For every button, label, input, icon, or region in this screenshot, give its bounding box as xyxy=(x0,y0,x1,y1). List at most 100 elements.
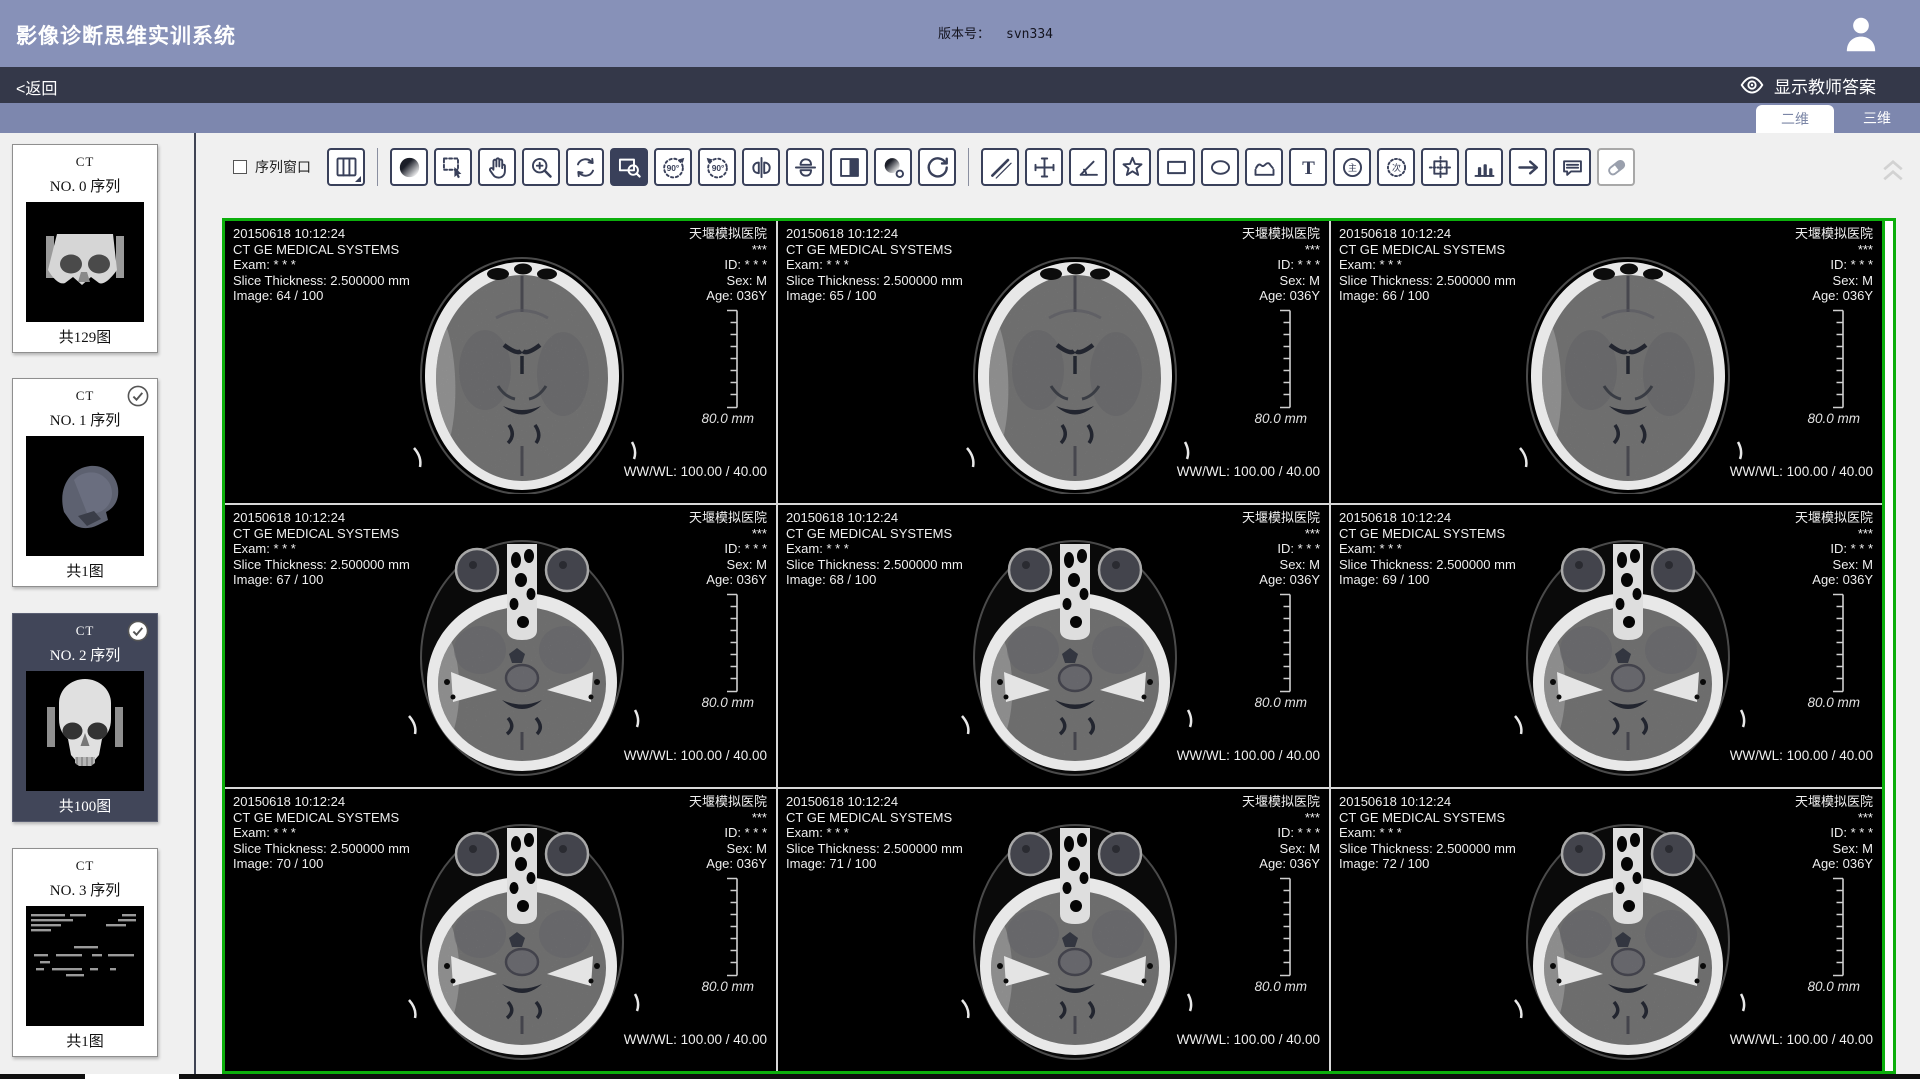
scale-ruler-icon xyxy=(724,877,740,982)
overlay-window-level: WW/WL: 100.00 / 40.00 xyxy=(624,464,767,479)
tool-invert-button[interactable] xyxy=(830,148,868,186)
scale-ruler-icon xyxy=(1277,593,1293,698)
tool-marker-primary-button[interactable]: 主 xyxy=(1333,148,1371,186)
next-card-edge xyxy=(85,1074,179,1079)
overlay-exam: Exam: * * * xyxy=(233,257,410,273)
viewport-cell-5[interactable]: 20150618 10:12:24CT GE MEDICAL SYSTEMSEx… xyxy=(1331,505,1882,787)
user-avatar-icon[interactable] xyxy=(1838,11,1884,57)
viewport-cell-2[interactable]: 20150618 10:12:24CT GE MEDICAL SYSTEMSEx… xyxy=(1331,221,1882,503)
viewport-cell-8[interactable]: 20150618 10:12:24CT GE MEDICAL SYSTEMSEx… xyxy=(1331,789,1882,1071)
overlay-study-info: 20150618 10:12:24CT GE MEDICAL SYSTEMSEx… xyxy=(1339,794,1516,872)
series-card-2[interactable]: CTNO. 2 序列共100图 xyxy=(12,613,158,822)
series-card-1[interactable]: CTNO. 1 序列共1图 xyxy=(12,378,158,587)
tool-flip-vertical-button[interactable] xyxy=(786,148,824,186)
overlay-exam: Exam: * * * xyxy=(786,257,963,273)
overlay-age: Age: 036Y xyxy=(1795,288,1873,304)
ct-slice-image xyxy=(395,532,645,783)
overlay-slice-thickness: Slice Thickness: 2.500000 mm xyxy=(233,841,410,857)
back-button[interactable]: <返回 xyxy=(16,75,57,99)
overlay-datetime: 20150618 10:12:24 xyxy=(786,510,963,526)
viewport-cell-4[interactable]: 20150618 10:12:24CT GE MEDICAL SYSTEMSEx… xyxy=(778,505,1329,787)
overlay-study-info: 20150618 10:12:24CT GE MEDICAL SYSTEMSEx… xyxy=(786,226,963,304)
series-name: NO. 1 序列 xyxy=(13,409,157,430)
eye-icon xyxy=(1739,72,1765,98)
overlay-device: CT GE MEDICAL SYSTEMS xyxy=(233,526,410,542)
overlay-sex: Sex: M xyxy=(1242,273,1320,289)
overlay-slice-thickness: Slice Thickness: 2.500000 mm xyxy=(233,557,410,573)
viewer-scrollbar[interactable] xyxy=(1882,221,1893,1071)
tool-locate-center-button[interactable] xyxy=(1421,148,1459,186)
tool-flip-horizontal-button[interactable] xyxy=(742,148,780,186)
tab-2d[interactable]: 二维 xyxy=(1756,105,1834,133)
ct-slice-image xyxy=(395,816,645,1067)
zoom-region-icon xyxy=(616,154,643,181)
overlay-exam: Exam: * * * xyxy=(786,541,963,557)
tool-rotate-free-button[interactable] xyxy=(566,148,604,186)
tool-arrow-annotation-button[interactable] xyxy=(1509,148,1547,186)
ct-slice-image xyxy=(395,248,645,499)
tool-marker-secondary-button[interactable]: 次 xyxy=(1377,148,1415,186)
overlay-patient-id: ID: * * * xyxy=(1242,825,1320,841)
overlay-slice-thickness: Slice Thickness: 2.500000 mm xyxy=(1339,557,1516,573)
tool-measure-angle-button[interactable] xyxy=(1069,148,1107,186)
overlay-patient-id: ID: * * * xyxy=(689,257,767,273)
overlay-exam: Exam: * * * xyxy=(786,825,963,841)
series-window-toggle[interactable]: 序列窗口 xyxy=(233,157,311,177)
dropdown-corner-icon xyxy=(355,176,361,182)
viewport-cell-6[interactable]: 20150618 10:12:24CT GE MEDICAL SYSTEMSEx… xyxy=(225,789,776,1071)
tool-rotate-90-cw-button[interactable]: 90° xyxy=(698,148,736,186)
curve-icon xyxy=(1251,154,1278,181)
tool-eraser-button xyxy=(1597,148,1635,186)
overlay-scale: 80.0 mm xyxy=(1254,695,1307,710)
overlay-patient-info: 天堰模拟医院***ID: * * *Sex: MAge: 036Y xyxy=(689,510,767,588)
overlay-anonymous: *** xyxy=(689,526,767,542)
tool-draw-rect-button[interactable] xyxy=(1157,148,1195,186)
tool-draw-curve-button[interactable] xyxy=(1245,148,1283,186)
tool-draw-ellipse-button[interactable] xyxy=(1201,148,1239,186)
tool-rotate-90-ccw-button[interactable]: 90° xyxy=(654,148,692,186)
overlay-patient-id: ID: * * * xyxy=(1242,541,1320,557)
series-count: 共129图 xyxy=(13,326,157,347)
tool-rect-select-button[interactable] xyxy=(434,148,472,186)
tool-measure-line-button[interactable] xyxy=(981,148,1019,186)
ellipse-icon xyxy=(1207,154,1234,181)
tool-window-level-button[interactable] xyxy=(390,148,428,186)
tool-zoom-in-button[interactable] xyxy=(522,148,560,186)
viewport-cell-3[interactable]: 20150618 10:12:24CT GE MEDICAL SYSTEMSEx… xyxy=(225,505,776,787)
show-teacher-answer-button[interactable]: 显示教师答案 xyxy=(1739,72,1876,98)
tool-histogram-button[interactable] xyxy=(1465,148,1503,186)
overlay-age: Age: 036Y xyxy=(689,288,767,304)
collapse-toolbar-icon[interactable] xyxy=(1878,158,1908,184)
overlay-image-number: Image: 67 / 100 xyxy=(233,572,410,588)
tool-comment-button[interactable] xyxy=(1553,148,1591,186)
tool-pan-button[interactable] xyxy=(478,148,516,186)
series-card-3[interactable]: CTNO. 3 序列共1图 xyxy=(12,848,158,1057)
overlay-patient-info: 天堰模拟医院***ID: * * *Sex: MAge: 036Y xyxy=(1242,226,1320,304)
flip-vertical-icon xyxy=(792,154,819,181)
tool-reset-button[interactable] xyxy=(918,148,956,186)
viewport-cell-7[interactable]: 20150618 10:12:24CT GE MEDICAL SYSTEMSEx… xyxy=(778,789,1329,1071)
version-info: 版本号：svn334 xyxy=(938,23,1053,42)
tool-measure-cross-button[interactable] xyxy=(1025,148,1063,186)
checkbox-icon[interactable] xyxy=(233,160,247,174)
overlay-window-level: WW/WL: 100.00 / 40.00 xyxy=(624,1032,767,1047)
overlay-scale: 80.0 mm xyxy=(701,979,754,994)
tool-zoom-region-button[interactable] xyxy=(610,148,648,186)
window-level-icon xyxy=(396,154,423,181)
viewport-cell-0[interactable]: 20150618 10:12:24CT GE MEDICAL SYSTEMSEx… xyxy=(225,221,776,503)
tab-3d[interactable]: 三维 xyxy=(1838,105,1916,131)
scale-ruler-icon xyxy=(1830,877,1846,982)
overlay-slice-thickness: Slice Thickness: 2.500000 mm xyxy=(786,273,963,289)
viewport-cell-1[interactable]: 20150618 10:12:24CT GE MEDICAL SYSTEMSEx… xyxy=(778,221,1329,503)
scale-ruler-icon xyxy=(1277,877,1293,982)
overlay-age: Age: 036Y xyxy=(1795,572,1873,588)
measure-angle-icon xyxy=(1075,154,1102,181)
tool-layout-select-button[interactable] xyxy=(327,148,365,186)
series-sidebar: CTNO. 0 序列共129图 CTNO. 1 序列共1图 CTNO. 2 序列共1… xyxy=(0,133,196,1079)
series-card-0[interactable]: CTNO. 0 序列共129图 xyxy=(12,144,158,353)
tool-pseudo-color-button[interactable] xyxy=(874,148,912,186)
overlay-patient-id: ID: * * * xyxy=(1795,541,1873,557)
marker-secondary-icon: 次 xyxy=(1383,154,1410,181)
tool-draw-star-button[interactable] xyxy=(1113,148,1151,186)
tool-text-annotation-button[interactable]: T xyxy=(1289,148,1327,186)
